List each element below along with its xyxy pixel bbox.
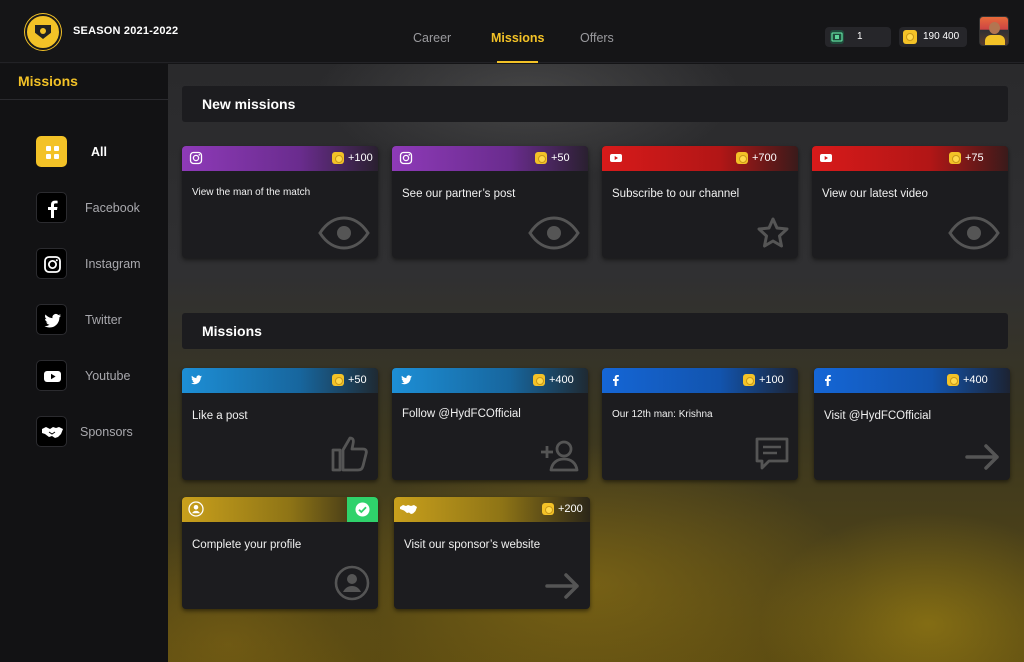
sidebar-item-facebook[interactable]: Facebook: [36, 192, 166, 224]
grid-icon: [36, 136, 67, 167]
mission-points: +400: [963, 374, 988, 386]
mission-text: Like a post: [192, 410, 248, 422]
mission-card-completed[interactable]: Complete your profile: [182, 497, 378, 609]
coin-icon: [903, 30, 917, 44]
ticket-icon: [830, 30, 844, 44]
mission-text: Visit our sponsor’s website: [404, 539, 541, 551]
coin-icon: [535, 152, 547, 164]
top-bar: SEASON 2021-2022 Career Missions Offers …: [0, 0, 1024, 63]
user-circle-icon: [188, 501, 204, 517]
sidebar-item-sponsors[interactable]: Sponsors: [36, 416, 166, 448]
user-circle-icon: [334, 565, 370, 601]
instagram-icon: [189, 151, 203, 165]
instagram-icon: [399, 151, 413, 165]
facebook-icon: [613, 375, 619, 386]
sidebar-item-twitter[interactable]: Twitter: [36, 304, 166, 336]
coins-counter: 190 400: [899, 27, 967, 47]
mission-points: +400: [549, 374, 574, 386]
mission-text: Visit @HydFCOfficial: [824, 410, 932, 422]
mission-text: Follow @HydFCOfficial: [402, 408, 521, 420]
section-new-missions: New missions: [182, 86, 1008, 122]
sidebar-item-label: Youtube: [85, 369, 131, 383]
mission-points: +75: [965, 152, 984, 164]
section-title: New missions: [202, 96, 296, 112]
twitter-icon: [191, 375, 202, 385]
mission-card[interactable]: +75 View our latest video: [812, 146, 1008, 258]
coin-icon: [332, 152, 344, 164]
coin-icon: [949, 152, 961, 164]
thumbs-up-icon: [331, 436, 368, 472]
mission-text: Complete your profile: [192, 539, 302, 551]
mission-points: +50: [348, 374, 367, 386]
youtube-icon: [36, 360, 67, 391]
mission-text: See our partner’s post: [402, 188, 516, 200]
sidebar-item-label: All: [91, 145, 107, 159]
eye-icon: [528, 216, 580, 250]
mission-points: +100: [759, 374, 784, 386]
handshake-icon: [400, 505, 417, 514]
completed-check-icon: [347, 497, 378, 522]
mission-points: +100: [348, 152, 373, 164]
facebook-icon: [825, 375, 831, 386]
sidebar-item-label: Facebook: [85, 201, 140, 215]
mission-points: +50: [551, 152, 570, 164]
star-icon: [757, 217, 789, 248]
sidebar-item-instagram[interactable]: Instagram: [36, 248, 166, 280]
facebook-icon: [36, 192, 67, 223]
coin-icon: [533, 374, 545, 386]
arrow-right-icon: [545, 573, 579, 599]
mission-text: Subscribe to our channel: [612, 188, 740, 200]
instagram-icon: [36, 248, 67, 279]
sidebar-item-label: Sponsors: [80, 425, 133, 439]
coin-icon: [743, 374, 755, 386]
mission-card[interactable]: +400 Visit @HydFCOfficial: [814, 368, 1010, 480]
mission-card[interactable]: +50 Like a post: [182, 368, 378, 480]
sidebar: Missions All Facebook Instagram Twitter …: [0, 64, 168, 662]
sidebar-item-label: Twitter: [85, 313, 122, 327]
mission-text: View the man of the match: [192, 187, 311, 198]
coin-icon: [332, 374, 344, 386]
youtube-icon: [820, 154, 832, 162]
mission-card[interactable]: +50 See our partner’s post: [392, 146, 588, 258]
section-missions: Missions: [182, 313, 1008, 349]
mission-card[interactable]: +100 View the man of the match: [182, 146, 378, 258]
user-avatar[interactable]: [979, 16, 1009, 46]
twitter-icon: [401, 375, 412, 385]
club-logo: [25, 14, 61, 50]
missions-content: New missions +100 View the man of the ma…: [168, 64, 1024, 662]
sidebar-title: Missions: [18, 73, 78, 89]
mission-card[interactable]: +700 Subscribe to our channel: [602, 146, 798, 258]
coin-icon: [736, 152, 748, 164]
season-label: SEASON 2021-2022: [73, 25, 179, 37]
tab-offers[interactable]: Offers: [580, 31, 614, 45]
mission-card[interactable]: +100 Our 12th man: Krishna: [602, 368, 798, 480]
mission-text: Our 12th man: Krishna: [612, 409, 713, 420]
tickets-value: 1: [857, 31, 863, 42]
comment-icon: [755, 437, 789, 470]
tab-career[interactable]: Career: [413, 31, 451, 45]
add-user-icon: [541, 440, 579, 472]
mission-points: +200: [558, 503, 583, 515]
sidebar-item-label: Instagram: [85, 257, 141, 271]
mission-text: View our latest video: [822, 188, 928, 200]
mission-points: +700: [752, 152, 777, 164]
mission-card[interactable]: +400 Follow @HydFCOfficial: [392, 368, 588, 480]
coin-icon: [542, 503, 554, 515]
eye-icon: [948, 216, 1000, 250]
twitter-icon: [36, 304, 67, 335]
handshake-icon: [36, 416, 67, 447]
coins-value: 190 400: [923, 31, 960, 42]
mission-card[interactable]: +200 Visit our sponsor’s website: [394, 497, 590, 609]
sidebar-divider: [0, 99, 168, 100]
sidebar-item-youtube[interactable]: Youtube: [36, 360, 166, 392]
tickets-counter: 1: [825, 27, 891, 47]
active-tab-indicator: [497, 61, 538, 63]
youtube-icon: [610, 154, 622, 162]
arrow-right-icon: [965, 444, 999, 470]
coin-icon: [947, 374, 959, 386]
section-title: Missions: [202, 323, 262, 339]
eye-icon: [318, 216, 370, 250]
sidebar-item-all[interactable]: All: [36, 136, 166, 168]
tab-missions[interactable]: Missions: [491, 31, 545, 45]
